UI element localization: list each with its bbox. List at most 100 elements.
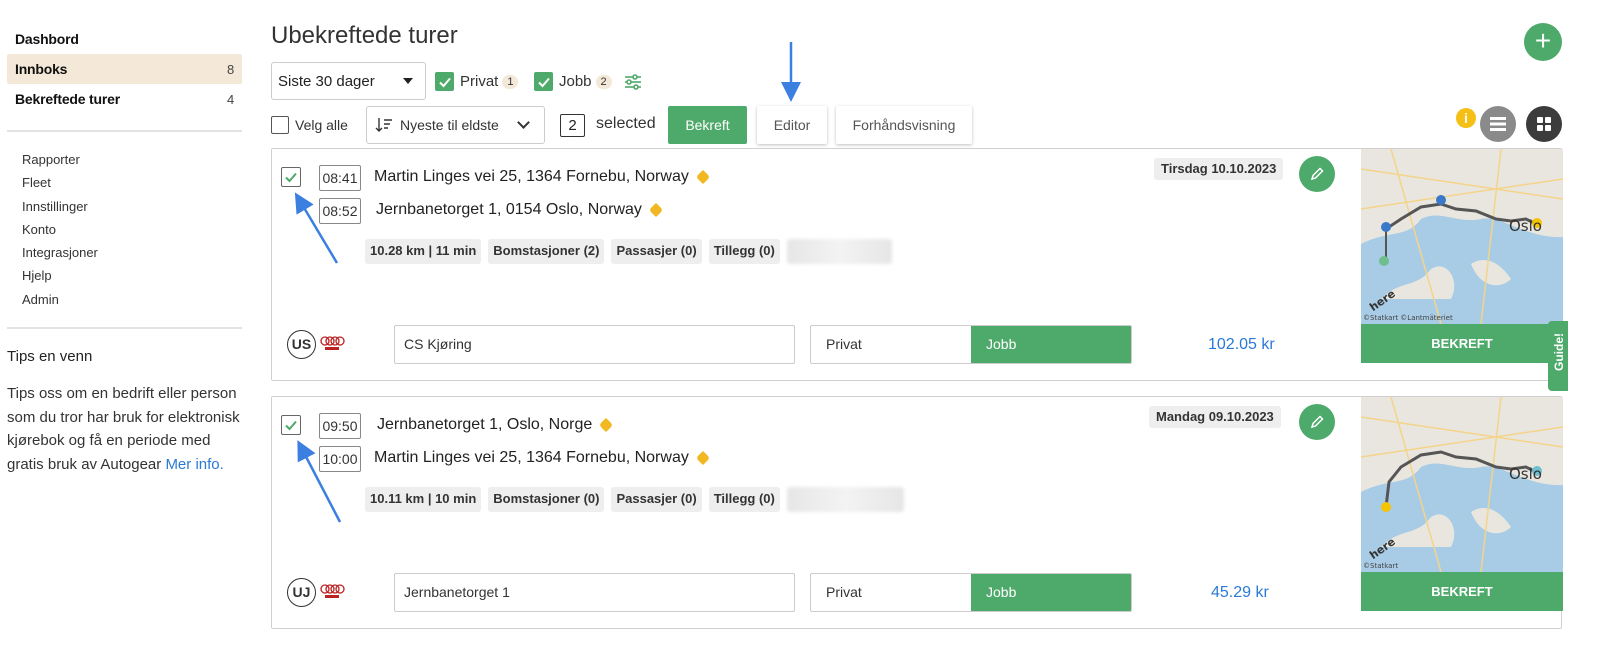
sort-icon <box>375 118 392 132</box>
confirm-selected-button[interactable]: Bekreft <box>668 106 747 144</box>
add-trip-button[interactable]: + <box>1524 23 1562 61</box>
address-text: Martin Linges vei 25, 1364 Fornebu, Norw… <box>374 449 689 466</box>
extras-chip[interactable]: Tillegg (0) <box>708 239 780 264</box>
edit-trip-button[interactable] <box>1299 156 1335 192</box>
select-all-checkbox[interactable]: Velg alle <box>271 116 348 134</box>
map-attribution: ©Statkart <box>1363 562 1398 570</box>
nav-item-settings[interactable]: Innstillinger <box>22 195 98 218</box>
address-text: Jernbanetorget 1, Oslo, Norge <box>377 416 593 433</box>
checkmark-icon <box>285 172 297 183</box>
trip-select-checkbox[interactable] <box>281 415 301 435</box>
checkmark-icon <box>285 420 297 431</box>
trip-description-input[interactable]: Jernbanetorget 1 <box>394 573 795 612</box>
nav-item-account[interactable]: Konto <box>22 218 98 241</box>
nav-item-dashboard[interactable]: Dashbord <box>7 24 242 54</box>
redacted-area <box>786 487 904 512</box>
trip-price: 45.29 kr <box>1211 584 1269 601</box>
filter-private[interactable]: Privat 1 <box>435 72 519 91</box>
end-time: 08:52 <box>319 198 361 224</box>
toll-chip[interactable]: Bomstasjoner (0) <box>488 487 605 512</box>
pencil-icon <box>1310 415 1324 429</box>
route-map[interactable]: Oslo here ©Statkart ©Lantmäteriet <box>1361 149 1563 324</box>
page-title: Ubekreftede turer <box>271 22 458 49</box>
guide-label: Guide! <box>1552 333 1566 371</box>
trip-type-work[interactable]: Jobb <box>971 326 1131 363</box>
tips-title: Tips en venn <box>7 348 93 365</box>
start-address: Martin Linges vei 25, 1364 Fornebu, Norw… <box>374 168 710 186</box>
redacted-area <box>786 239 892 264</box>
checkbox-checked-icon[interactable] <box>534 72 553 91</box>
plus-icon: + <box>1534 25 1552 56</box>
avatar: US <box>287 330 316 359</box>
distance-chip: 10.28 km | 11 min <box>365 239 482 264</box>
avatar: UJ <box>287 578 316 607</box>
filter-work[interactable]: Jobb 2 <box>534 72 612 91</box>
nav-item-admin[interactable]: Admin <box>22 288 98 311</box>
address-text: Martin Linges vei 25, 1364 Fornebu, Norw… <box>374 168 689 185</box>
confirm-trip-button[interactable]: BEKREFT <box>1361 324 1563 363</box>
sidebar: Dashbord Innboks 8 Bekreftede turer 4 Ra… <box>0 0 250 656</box>
guide-tab[interactable]: Guide! <box>1548 321 1568 391</box>
tag-icon[interactable] <box>695 169 710 185</box>
tag-icon[interactable] <box>599 417 614 433</box>
filter-count-badge: 1 <box>502 74 519 89</box>
passenger-chip[interactable]: Passasjer (0) <box>611 487 702 512</box>
audi-logo-icon <box>320 584 345 598</box>
start-time: 09:50 <box>319 413 361 439</box>
end-address: Jernbanetorget 1, 0154 Oslo, Norway <box>376 201 664 219</box>
tag-icon[interactable] <box>648 202 664 218</box>
filter-label: Jobb <box>559 73 592 90</box>
nav-item-inbox[interactable]: Innboks 8 <box>7 54 242 84</box>
divider <box>7 327 242 329</box>
address-text: Jernbanetorget 1, 0154 Oslo, Norway <box>376 201 642 218</box>
secondary-nav: Rapporter Fleet Innstillinger Konto Inte… <box>22 148 98 311</box>
nav-count: 4 <box>226 91 234 107</box>
date-range-select[interactable]: Siste 30 dager <box>271 62 426 100</box>
trip-type-private[interactable]: Privat <box>811 574 971 611</box>
end-address: Martin Linges vei 25, 1364 Fornebu, Norw… <box>374 449 710 467</box>
trip-type-toggle: Privat Jobb <box>810 573 1132 612</box>
pencil-icon <box>1310 167 1324 181</box>
preview-button[interactable]: Forhåndsvisning <box>836 106 972 144</box>
tag-icon[interactable] <box>695 450 710 466</box>
confirm-trip-button[interactable]: BEKREFT <box>1361 572 1563 611</box>
trip-select-checkbox[interactable] <box>281 167 301 187</box>
nav-item-help[interactable]: Hjelp <box>22 264 98 287</box>
nav-label: Dashbord <box>15 31 79 47</box>
tips-body: Tips oss om en bedrift eller person som … <box>7 382 242 476</box>
toll-chip[interactable]: Bomstasjoner (2) <box>488 239 605 264</box>
trip-date: Tirsdag 10.10.2023 <box>1154 158 1284 180</box>
nav-item-fleet[interactable]: Fleet <box>22 171 98 194</box>
info-icon[interactable]: i <box>1456 108 1476 128</box>
start-address: Jernbanetorget 1, Oslo, Norge <box>377 416 614 434</box>
sort-select[interactable]: Nyeste til eldste <box>366 106 545 144</box>
trip-type-private[interactable]: Privat <box>811 326 971 363</box>
sliders-icon[interactable] <box>624 74 642 90</box>
extras-chip[interactable]: Tillegg (0) <box>708 487 780 512</box>
nav-count: 8 <box>226 61 234 77</box>
passenger-chip[interactable]: Passasjer (0) <box>611 239 702 264</box>
route-map[interactable]: Oslo here ©Statkart <box>1361 397 1563 572</box>
trip-price: 102.05 kr <box>1208 336 1275 353</box>
more-info-link[interactable]: Mer info. <box>165 456 223 473</box>
grid-view-button[interactable] <box>1526 106 1562 142</box>
map-attribution: ©Statkart ©Lantmäteriet <box>1363 314 1453 322</box>
list-view-button[interactable] <box>1480 106 1516 142</box>
checkbox-checked-icon[interactable] <box>435 72 454 91</box>
trip-type-toggle: Privat Jobb <box>810 325 1132 364</box>
main-nav: Dashbord Innboks 8 Bekreftede turer 4 <box>7 24 242 114</box>
trip-description-input[interactable]: CS Kjøring <box>394 325 795 364</box>
distance-chip: 10.11 km | 10 min <box>365 487 482 512</box>
nav-item-reports[interactable]: Rapporter <box>22 148 98 171</box>
edit-trip-button[interactable] <box>1299 404 1335 440</box>
checkbox-unchecked-icon[interactable] <box>271 116 289 134</box>
chevron-down-icon <box>517 116 530 129</box>
sort-value: Nyeste til eldste <box>400 117 499 133</box>
trip-type-work[interactable]: Jobb <box>971 574 1131 611</box>
start-time: 08:41 <box>319 165 361 191</box>
nav-item-integrations[interactable]: Integrasjoner <box>22 241 98 264</box>
divider <box>7 130 242 132</box>
nav-item-confirmed-trips[interactable]: Bekreftede turer 4 <box>7 84 242 114</box>
caret-down-icon <box>403 78 413 84</box>
editor-button[interactable]: Editor <box>757 106 827 144</box>
